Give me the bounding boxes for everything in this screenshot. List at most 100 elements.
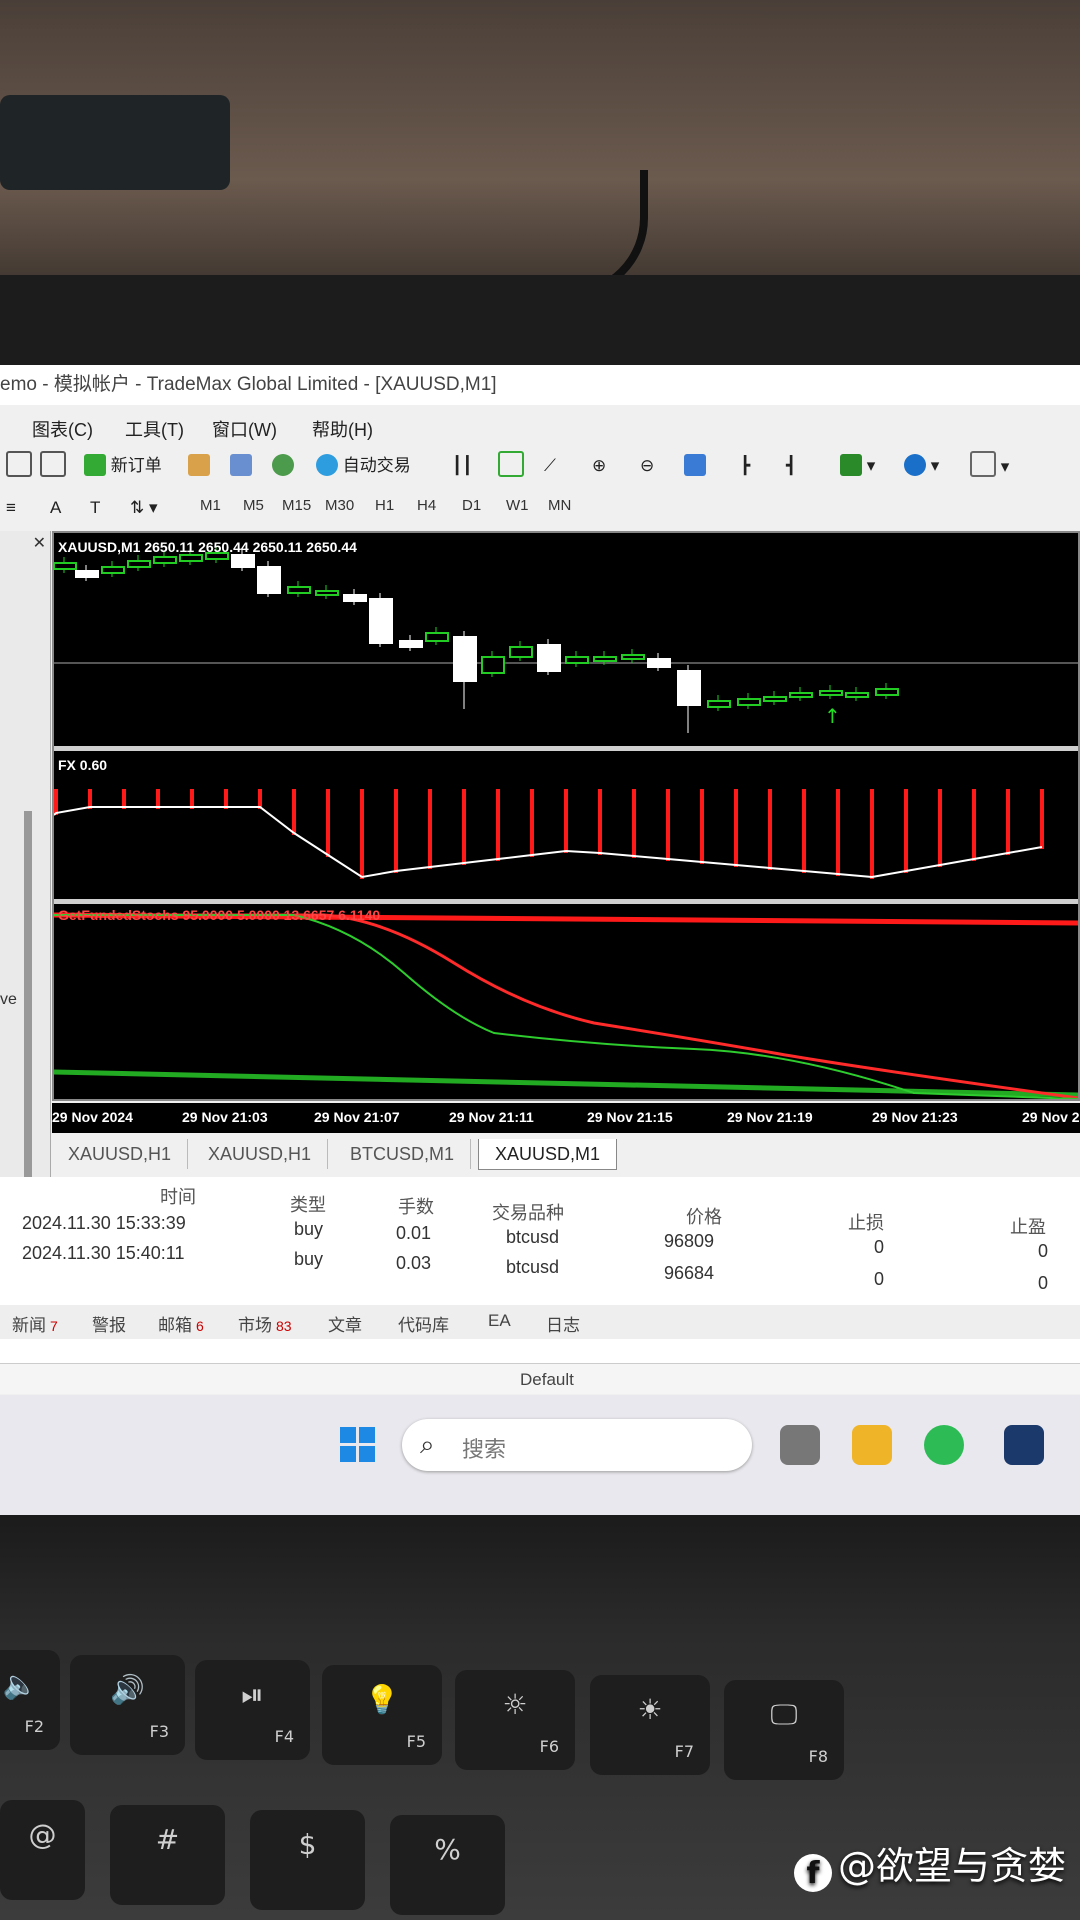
templates-icon[interactable]: ▾ — [970, 451, 1009, 481]
terminal-tabs: 新闻 7 警报 邮箱 6 市场 83 文章 代码库 EA 日志 — [0, 1305, 1080, 1339]
main-toolbar: 新订单 自动交易 ┃┃ ⟋ ⊕ ⊖ ┣ ┫ ▾ ▾ ▾ — [0, 447, 1080, 487]
power-adapter — [0, 95, 230, 190]
text-tool-icon[interactable]: A — [50, 493, 61, 523]
search-icon: ⌕ — [420, 1429, 435, 1459]
navigator-icon[interactable] — [230, 451, 252, 481]
histogram-bar — [360, 789, 364, 879]
candle — [425, 632, 449, 642]
candle — [257, 566, 281, 594]
timeframe-m1[interactable]: M1 — [200, 497, 221, 514]
chart-tabs: XAUUSD,H1 XAUUSD,H1 BTCUSD,M1 XAUUSD,M1 — [52, 1135, 1080, 1175]
profiles-icon[interactable] — [40, 451, 66, 481]
window-title: emo - 模拟帐户 - TradeMax Global Limited - [… — [0, 365, 1080, 405]
candle — [763, 696, 787, 702]
auto-trading-label: 自动交易 — [342, 456, 411, 475]
windows-start-icon[interactable] — [340, 1427, 376, 1463]
line-tools-icon[interactable]: ≡ — [6, 493, 16, 523]
stoch-signal-line — [54, 914, 1079, 1100]
chart-tab[interactable]: BTCUSD,M1 — [334, 1139, 472, 1169]
line-chart-icon[interactable]: ⟋ — [544, 451, 556, 481]
chart-tab[interactable]: XAUUSD,H1 — [52, 1139, 189, 1169]
cell-type: buy — [294, 1219, 324, 1239]
new-chart-icon[interactable] — [6, 451, 32, 481]
task-view-icon[interactable] — [780, 1425, 820, 1465]
panel-scrollbar[interactable] — [24, 811, 32, 1231]
taskbar-search[interactable]: ⌕ 搜索 — [402, 1419, 752, 1471]
chart-tab[interactable]: XAUUSD,H1 — [192, 1139, 329, 1169]
globe-icon[interactable] — [272, 451, 294, 481]
autoscroll-icon[interactable]: ┫ — [786, 451, 796, 481]
time-axis: 29 Nov 2024 29 Nov 21:03 29 Nov 21:07 29… — [52, 1103, 1080, 1133]
tab-codebase[interactable]: 代码库 — [398, 1311, 449, 1336]
fx-line — [53, 806, 1043, 879]
tile-windows-icon[interactable] — [684, 451, 706, 481]
header-volume: 手数 — [398, 1197, 434, 1217]
app-icon[interactable] — [852, 1425, 892, 1465]
candle — [369, 598, 393, 644]
tab-articles[interactable]: 文章 — [328, 1311, 362, 1336]
windows-taskbar: ⌕ 搜索 — [0, 1395, 1080, 1515]
tab-journal[interactable]: 日志 — [546, 1311, 580, 1336]
watermark: f @欲望与贪婪 — [793, 1835, 1066, 1892]
desk-background — [0, 0, 1080, 300]
wechat-icon[interactable] — [924, 1425, 964, 1465]
buy-arrow-icon: ↑ — [824, 704, 841, 728]
candle — [845, 692, 869, 698]
candle — [707, 700, 731, 708]
new-order-button[interactable]: 新订单 — [84, 451, 162, 481]
navigator-panel: ✕ ve — [0, 531, 51, 1231]
tab-news[interactable]: 新闻 7 — [12, 1311, 58, 1336]
timeframe-m5[interactable]: M5 — [243, 497, 264, 514]
monitor-bezel — [0, 275, 1080, 370]
auto-trading-icon — [316, 454, 338, 476]
timeframe-h4[interactable]: H4 — [417, 497, 436, 514]
text-label-icon[interactable]: T — [90, 493, 100, 523]
stoch-indicator-label: GetFundedStochs 95.0000 5.0000 13.6657 6… — [58, 907, 381, 923]
candle — [315, 590, 339, 596]
candlestick-icon[interactable] — [498, 451, 524, 481]
chart-tab-active[interactable]: XAUUSD,M1 — [478, 1139, 618, 1170]
price-chart[interactable]: ↑ XAUUSD,M1 2650.11 2650.44 2650.11 2650… — [52, 531, 1080, 1101]
panel-label: ve — [0, 991, 17, 1008]
timeframe-d1[interactable]: D1 — [462, 497, 481, 514]
indicators-icon[interactable]: ▾ — [840, 451, 875, 481]
status-bar: Default — [0, 1363, 1080, 1394]
candle — [481, 656, 505, 674]
timeframe-h1[interactable]: H1 — [375, 497, 394, 514]
key-f5: 💡 F5 — [322, 1665, 442, 1765]
bar-chart-icon[interactable]: ┃┃ — [452, 451, 472, 481]
tab-alerts[interactable]: 警报 — [92, 1311, 126, 1336]
auto-trading-button[interactable]: 自动交易 — [316, 451, 411, 481]
close-icon[interactable]: ✕ — [33, 533, 46, 553]
periods-icon[interactable]: ▾ — [904, 451, 939, 481]
trading-app-icon[interactable] — [1004, 1425, 1044, 1465]
timeframe-m15[interactable]: M15 — [282, 497, 311, 514]
cell-volume: 0.03 — [396, 1253, 432, 1273]
chart-shift-icon[interactable]: ┣ — [740, 451, 750, 481]
new-order-icon — [84, 454, 106, 476]
menu-help[interactable]: 帮助(H) — [312, 416, 373, 442]
histogram-bar — [836, 789, 840, 876]
arrows-tool-icon[interactable]: ⇅ ▾ — [130, 493, 158, 523]
cell-volume: 0.01 — [396, 1223, 432, 1243]
timeframe-m30[interactable]: M30 — [325, 497, 354, 514]
cell-take-profit: 0 — [1038, 1241, 1049, 1261]
tab-experts[interactable]: EA — [488, 1311, 511, 1331]
timeframe-w1[interactable]: W1 — [506, 497, 529, 514]
zoom-in-icon[interactable]: ⊕ — [592, 451, 606, 481]
status-profile: Default — [520, 1370, 574, 1389]
menu-chart[interactable]: 图表(C) — [32, 416, 93, 442]
time-tick: 29 Nov 21:03 — [182, 1109, 268, 1125]
menu-tools[interactable]: 工具(T) — [125, 416, 184, 442]
zoom-out-icon[interactable]: ⊖ — [640, 451, 654, 481]
cell-stop-loss: 0 — [874, 1269, 885, 1289]
market-watch-icon[interactable] — [188, 451, 210, 481]
tab-mailbox[interactable]: 邮箱 6 — [158, 1311, 204, 1336]
histogram-bar — [734, 789, 738, 867]
search-placeholder: 搜索 — [462, 1437, 507, 1462]
candle — [565, 656, 589, 664]
menu-window[interactable]: 窗口(W) — [212, 416, 277, 442]
timeframe-mn[interactable]: MN — [548, 497, 571, 514]
tab-market[interactable]: 市场 83 — [238, 1311, 292, 1336]
histogram-bar — [972, 789, 976, 861]
